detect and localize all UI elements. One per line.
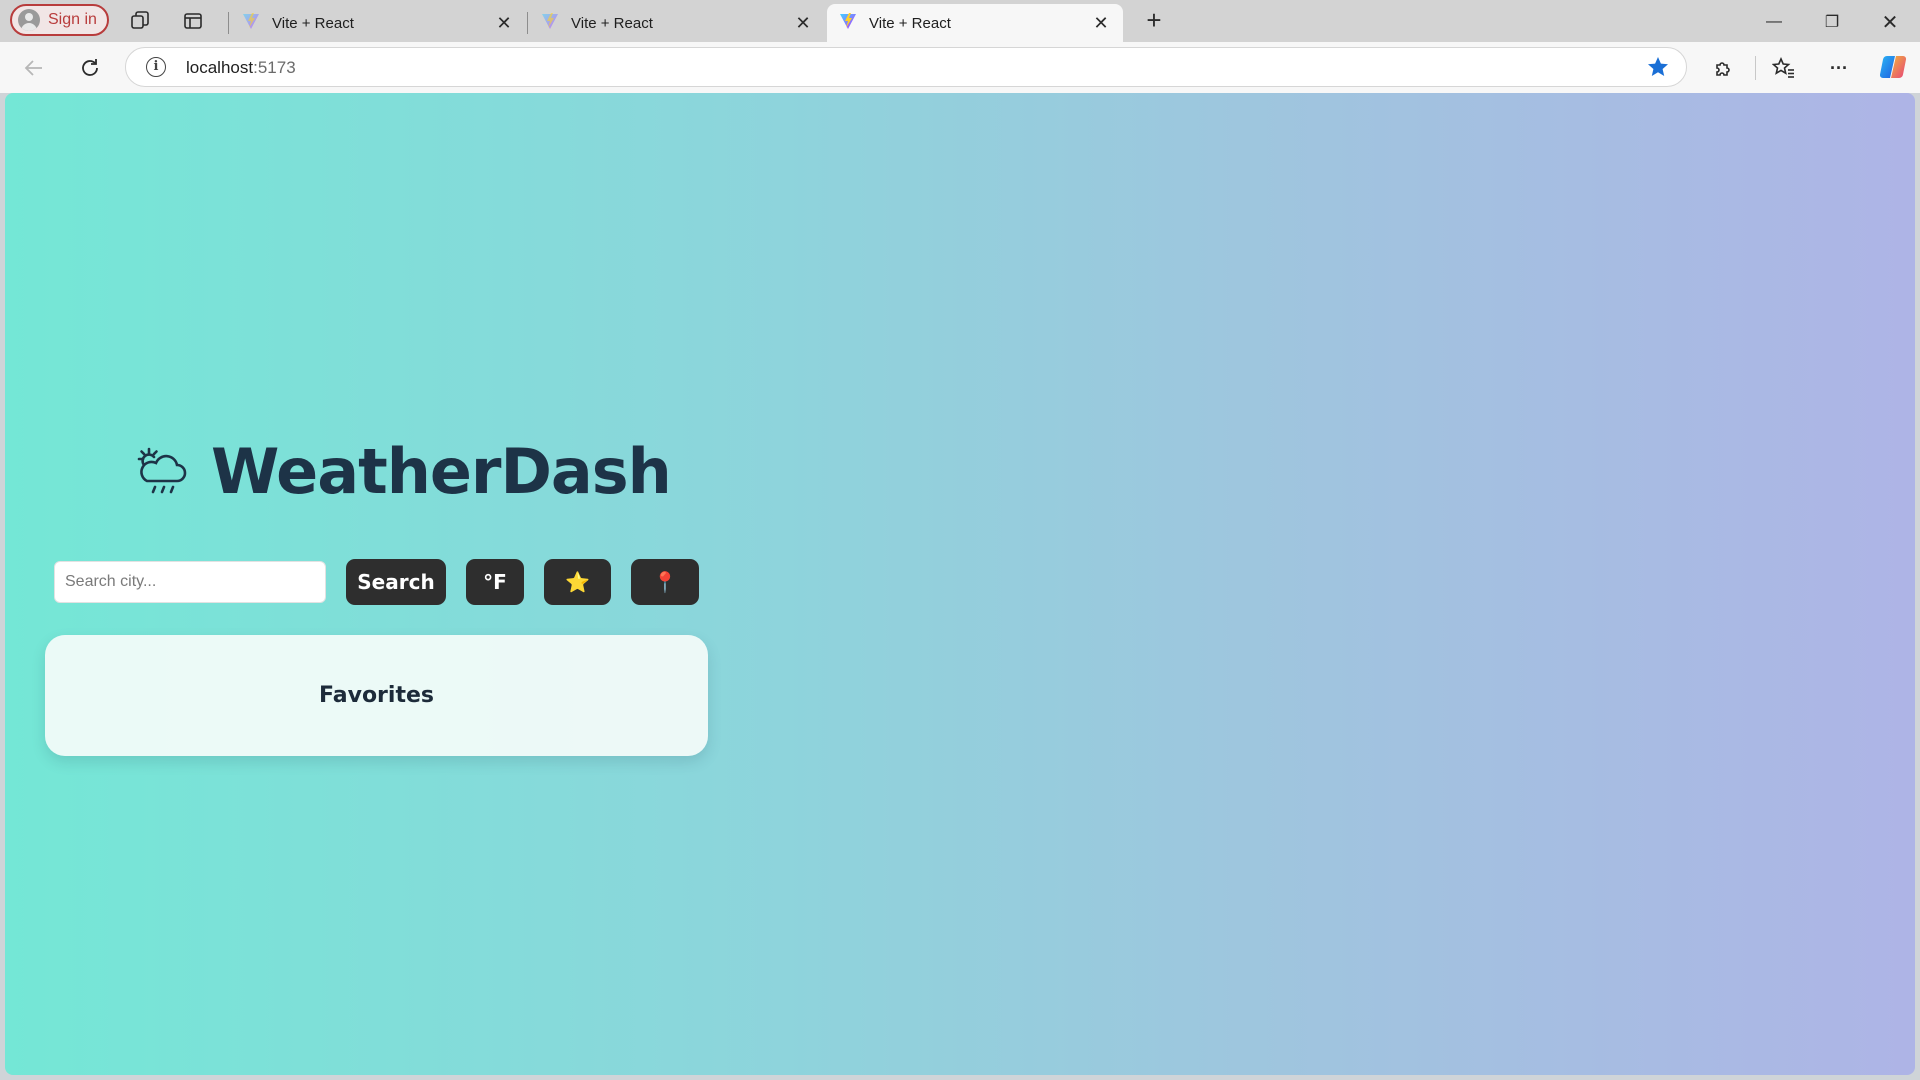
- tab-close-icon[interactable]: ✕: [793, 13, 813, 34]
- new-tab-button[interactable]: +: [1140, 7, 1168, 35]
- star-icon: ⭐: [565, 570, 590, 594]
- back-button[interactable]: [18, 52, 50, 84]
- browser-tab[interactable]: Vite + React ✕: [228, 4, 526, 42]
- cloud-sun-rain-icon: [135, 443, 191, 499]
- favorites-card: Favorites: [45, 635, 708, 756]
- url-port: :5173: [253, 58, 296, 77]
- favorites-icon[interactable]: [1768, 52, 1800, 84]
- address-bar[interactable]: i localhost:5173: [125, 47, 1687, 87]
- browser-tab-strip: Sign in Vite + React ✕ Vite + React ✕ Vi…: [0, 0, 1920, 42]
- minimize-button[interactable]: —: [1752, 8, 1796, 36]
- vite-favicon-icon: [839, 12, 857, 34]
- browser-tab-active[interactable]: Vite + React ✕: [827, 4, 1123, 42]
- city-search-input[interactable]: [54, 561, 326, 603]
- tab-separator: [228, 12, 229, 34]
- copilot-icon[interactable]: [1878, 52, 1908, 82]
- vite-favicon-icon: [242, 12, 260, 34]
- location-pin-icon: 📍: [652, 570, 678, 594]
- weatherdash-app: WeatherDash Search °F ⭐ 📍 Favorites: [5, 93, 708, 1075]
- add-favorite-button[interactable]: ⭐: [544, 559, 611, 605]
- unit-toggle-button[interactable]: °F: [466, 559, 524, 605]
- tab-separator: [527, 12, 528, 34]
- search-button[interactable]: Search: [346, 559, 446, 605]
- restore-button[interactable]: ❐: [1810, 8, 1854, 36]
- extensions-icon[interactable]: [1708, 52, 1740, 84]
- vite-favicon-icon: [541, 12, 559, 34]
- favorites-title: Favorites: [319, 683, 434, 708]
- page-viewport: WeatherDash Search °F ⭐ 📍 Favorites: [5, 93, 1915, 1075]
- tab-title: Vite + React: [272, 14, 354, 32]
- browser-toolbar: i localhost:5173 ···: [0, 42, 1920, 93]
- vertical-tabs-icon[interactable]: [181, 9, 205, 33]
- close-window-button[interactable]: ✕: [1868, 8, 1912, 36]
- bookmark-star-icon[interactable]: [1646, 55, 1670, 79]
- sign-in-label: Sign in: [48, 11, 97, 28]
- tab-close-icon[interactable]: ✕: [1091, 13, 1111, 34]
- url-host: localhost: [186, 58, 254, 77]
- browser-tab[interactable]: Vite + React ✕: [527, 4, 825, 42]
- workspaces-icon[interactable]: [129, 9, 153, 33]
- more-options-icon[interactable]: ···: [1823, 52, 1855, 84]
- app-header: WeatherDash: [135, 431, 672, 511]
- site-info-icon[interactable]: i: [146, 57, 166, 77]
- address-url: localhost:5173: [186, 58, 296, 78]
- search-controls: Search °F ⭐ 📍: [54, 558, 699, 606]
- tab-title: Vite + React: [571, 14, 653, 32]
- app-title: WeatherDash: [211, 434, 672, 508]
- profile-avatar-icon: [18, 9, 40, 31]
- tab-title: Vite + React: [869, 14, 951, 32]
- tab-close-icon[interactable]: ✕: [494, 13, 514, 34]
- toolbar-divider: [1755, 56, 1756, 80]
- reload-button[interactable]: [74, 52, 106, 84]
- sign-in-button[interactable]: Sign in: [10, 4, 109, 36]
- current-location-button[interactable]: 📍: [631, 559, 699, 605]
